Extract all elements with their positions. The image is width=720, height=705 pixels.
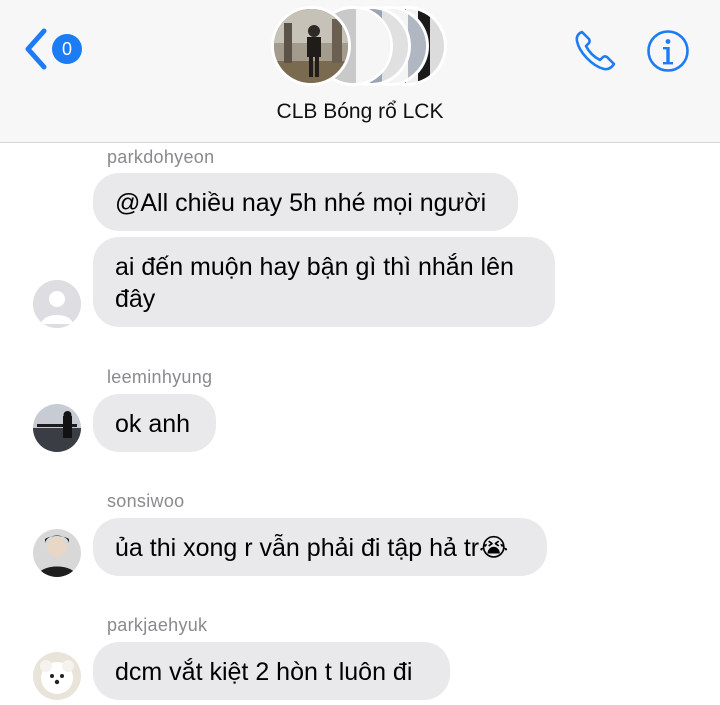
default-avatar[interactable] <box>33 280 81 328</box>
message-bubble[interactable]: ủa thi xong r vẫn phải đi tập hả tr😭 <box>93 518 547 576</box>
back-button[interactable]: 0 <box>22 24 88 74</box>
unread-badge: 0 <box>52 34 82 64</box>
sender-name: parkdohyeon <box>107 147 215 167</box>
chat-header: 0 CLB Bóng rổ LCK <box>0 0 720 143</box>
message-bubble[interactable]: ok anh <box>93 394 216 452</box>
sender-name: sonsiwoo <box>107 491 185 511</box>
back-chevron-icon <box>25 28 47 70</box>
sender-name: parkjaehyuk <box>107 615 208 635</box>
user-photo-avatar[interactable] <box>33 404 81 452</box>
message-bubble[interactable]: dcm vắt kiệt 2 hòn t luôn đi <box>93 642 450 700</box>
phone-icon[interactable] <box>572 28 618 74</box>
group-name[interactable]: CLB Bóng rổ LCK <box>0 100 720 124</box>
sender-name: leeminhyung <box>107 367 213 387</box>
message-bubble[interactable]: @All chiều nay 5h nhé mọi người <box>93 173 518 231</box>
user-photo-avatar[interactable] <box>33 529 81 577</box>
info-icon[interactable] <box>646 29 690 73</box>
dog-photo-avatar[interactable] <box>33 652 81 700</box>
group-main-avatar <box>271 6 351 86</box>
group-avatars[interactable] <box>271 6 451 86</box>
message-bubble[interactable]: ai đến muộn hay bận gì thì nhắn lên đây <box>93 237 555 327</box>
